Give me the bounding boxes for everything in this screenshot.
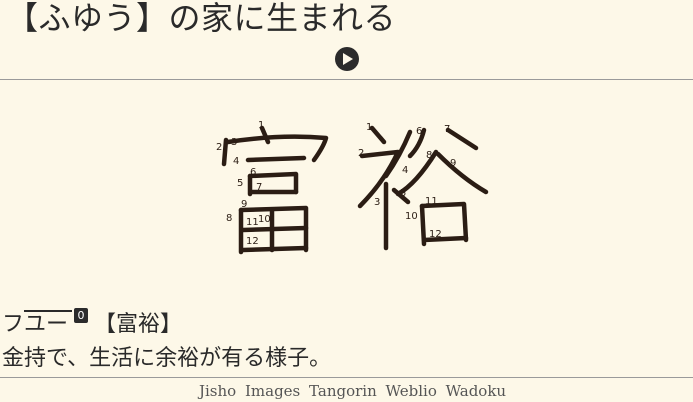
reading-kana: フユー [2, 308, 72, 342]
link-images[interactable]: Images [245, 382, 300, 400]
stroke-num: 7 [444, 124, 450, 135]
stroke-num: 4 [233, 156, 239, 167]
link-jisho[interactable]: Jisho [199, 382, 236, 400]
stroke-num: 1 [366, 122, 372, 133]
stroke-num: 4 [402, 165, 408, 176]
stroke-num: 5 [400, 188, 406, 199]
flashcard: 【ふゆう】の家に生まれる 1 2 3 4 5 6 7 8 9 10 11 12 … [0, 0, 693, 402]
stroke-num: 6 [250, 167, 256, 178]
stroke-num: 9 [450, 158, 456, 169]
pitch-overline [24, 310, 72, 312]
stroke-order-diagram: 1 2 3 4 5 6 7 8 9 10 11 12 1 2 3 4 5 6 7… [0, 80, 693, 300]
stroke-num: 6 [416, 126, 422, 137]
link-wadoku[interactable]: Wadoku [446, 382, 506, 400]
kanji-form: 【富裕】 [94, 312, 183, 337]
stroke-num: 10 [258, 214, 271, 225]
pitch-accent-badge: 0 [74, 308, 89, 323]
stroke-num: 3 [374, 197, 380, 208]
stroke-num: 2 [358, 148, 364, 159]
stroke-num: 7 [256, 182, 262, 193]
reading-text: フユー [2, 312, 69, 337]
kanji-yuu-strokes [357, 125, 489, 251]
stroke-num: 2 [216, 142, 222, 153]
stroke-num: 11 [425, 196, 438, 207]
dictionary-links: Jisho Images Tangorin Weblio Wadoku [199, 381, 510, 401]
stroke-num: 12 [429, 229, 442, 240]
stroke-num: 1 [258, 120, 264, 131]
stroke-num: 11 [246, 217, 259, 228]
kanji-fu-strokes [221, 125, 329, 255]
stroke-num: 8 [426, 150, 432, 161]
play-audio-icon[interactable] [335, 47, 359, 71]
stroke-num: 10 [405, 211, 418, 222]
example-sentence: 【ふゆう】の家に生まれる [6, 0, 397, 37]
reading-line: フユー 0 【富裕】 [2, 308, 182, 342]
stroke-num: 9 [241, 199, 247, 210]
stroke-num: 12 [246, 236, 259, 247]
stroke-num: 8 [226, 213, 232, 224]
definition: 金持で、生活に余裕が有る様子。 [2, 346, 332, 371]
stroke-num: 3 [231, 137, 237, 148]
link-tangorin[interactable]: Tangorin [309, 382, 377, 400]
divider-bottom [0, 377, 693, 378]
stroke-num: 5 [237, 178, 243, 189]
link-weblio[interactable]: Weblio [386, 382, 437, 400]
